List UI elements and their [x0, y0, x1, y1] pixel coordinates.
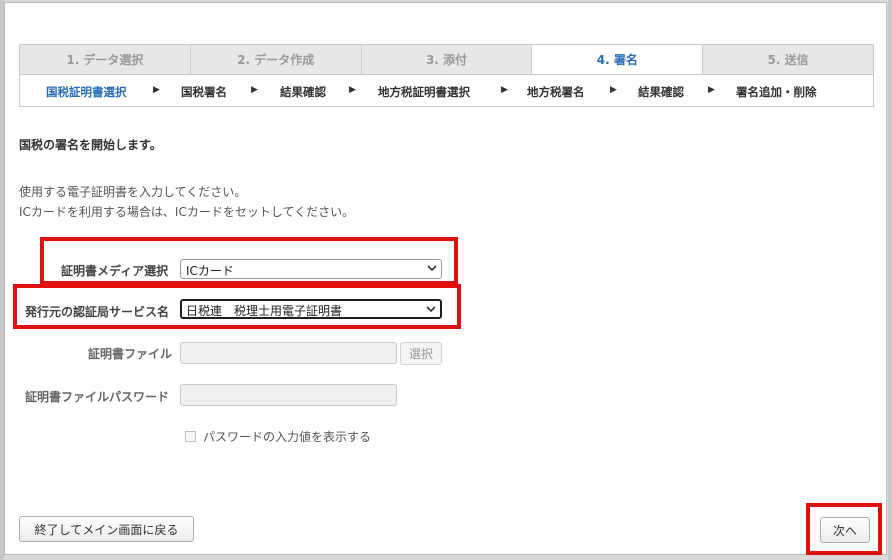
step-tabs: 1. データ選択 2. データ作成 3. 添付 4. 署名 5. 送信 [19, 44, 874, 75]
cert-file-input[interactable] [180, 342, 397, 364]
substep-result-check-2: 結果確認 [638, 85, 684, 99]
cert-file-label: 証明書ファイル [88, 347, 173, 361]
cert-password-label: 証明書ファイルパスワード [25, 390, 170, 404]
instruction-line-2: ICカードを利用する場合は、ICカードをセットしてください。 [19, 205, 355, 219]
step-data-select: 1. データ選択 [20, 45, 191, 74]
ca-service-label: 発行元の認証局サービス名 [25, 305, 170, 319]
substep-local-sign: 地方税署名 [527, 85, 585, 99]
step-data-create: 2. データ作成 [190, 45, 362, 74]
page-heading: 国税の署名を開始します。 [19, 138, 162, 152]
substep-national-sign: 国税署名 [181, 85, 227, 99]
substep-arrow-icon: ▶ [501, 85, 508, 95]
ca-service-select[interactable]: 日税連 税理士用電子証明書 [180, 299, 442, 319]
show-password-label: パスワードの入力値を表示する [203, 430, 372, 444]
substep-arrow-icon: ▶ [610, 85, 617, 95]
chevron-down-icon [427, 265, 437, 272]
instruction-line-1: 使用する電子証明書を入力してください。 [19, 185, 247, 199]
substep-bar: 国税証明書選択 ▶ 国税署名 ▶ 結果確認 ▶ 地方税証明書選択 ▶ 地方税署名… [19, 75, 874, 107]
substep-arrow-icon: ▶ [349, 85, 356, 95]
substep-national-cert-select: 国税証明書選択 [46, 85, 127, 99]
step-send: 5. 送信 [703, 45, 873, 74]
step-attach: 3. 添付 [361, 45, 533, 74]
media-label: 証明書メディア選択 [61, 264, 169, 278]
substep-result-check-1: 結果確認 [280, 85, 326, 99]
substep-arrow-icon: ▶ [708, 85, 715, 95]
show-password-checkbox[interactable] [185, 431, 196, 442]
media-select-value: ICカード [186, 264, 234, 278]
step-sign: 4. 署名 [532, 45, 704, 74]
signature-dialog: 1. データ選択 2. データ作成 3. 添付 4. 署名 5. 送信 国税証明… [4, 2, 887, 555]
ca-service-select-value: 日税連 税理士用電子証明書 [186, 304, 343, 318]
substep-local-cert-select: 地方税証明書選択 [378, 85, 470, 99]
chevron-down-icon [426, 306, 436, 313]
cert-password-input[interactable] [180, 384, 397, 406]
substep-sign-add-remove: 署名追加・削除 [736, 85, 817, 99]
substep-arrow-icon: ▶ [251, 85, 258, 95]
window-edge-right [888, 0, 892, 560]
media-select[interactable]: ICカード [180, 259, 442, 279]
substep-arrow-icon: ▶ [153, 85, 160, 95]
next-button[interactable]: 次へ [820, 517, 870, 543]
exit-to-main-button[interactable]: 終了してメイン画面に戻る [19, 516, 194, 542]
cert-file-select-button[interactable]: 選択 [400, 342, 442, 365]
